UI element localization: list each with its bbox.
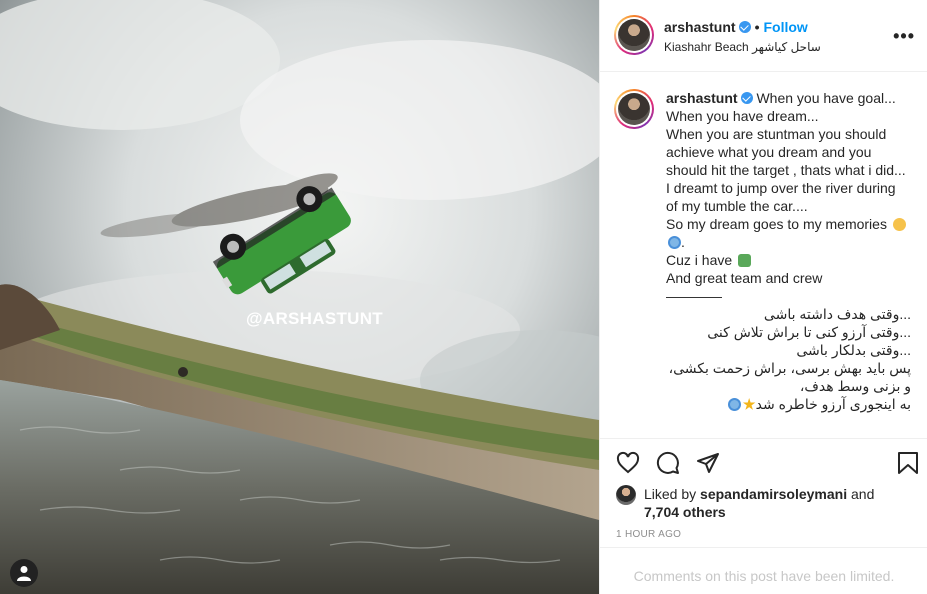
heart-icon[interactable]	[616, 451, 640, 475]
liked-by-username[interactable]: sepandamirsoleymani	[700, 486, 847, 502]
action-icons	[600, 439, 927, 485]
verified-badge-icon	[740, 92, 753, 104]
more-options-icon[interactable]: •••	[893, 26, 915, 47]
caption-line: When you are stuntman you should achieve…	[666, 126, 906, 178]
post-actions: Liked by sepandamirsoleymani and 7,704 o…	[600, 438, 927, 594]
caption-text: arshastunt When you have goal... When yo…	[666, 89, 911, 413]
caption-line: به اینجوری آرزو خاطره شد	[755, 396, 911, 412]
bookmark-icon[interactable]	[897, 451, 919, 475]
liker-avatar[interactable]	[616, 485, 636, 505]
watermark-text: @ARSHASTUNT	[246, 309, 383, 328]
caption-line: ————	[666, 288, 722, 304]
follow-button[interactable]: Follow	[763, 19, 807, 35]
caption-line: When you have dream...	[666, 108, 819, 124]
share-icon[interactable]	[696, 451, 720, 475]
likes-others-link[interactable]: 7,704 others	[644, 504, 726, 520]
header-username[interactable]: arshastunt	[664, 19, 736, 35]
relieved-emoji-icon	[892, 218, 906, 231]
caption-line: I dreamt to jump over the river during o…	[666, 180, 896, 214]
caption-line: Cuz i have	[666, 252, 733, 268]
caption-line: When you have goal...	[756, 90, 896, 106]
cyclone-emoji-icon	[727, 398, 741, 411]
caption-avatar[interactable]	[614, 89, 654, 129]
post-timestamp[interactable]: 1 HOUR AGO	[616, 529, 681, 540]
caption-line: And great team and crew	[666, 270, 823, 286]
separator: •	[754, 19, 760, 35]
post-photo[interactable]: @ARSHASTUNT	[0, 0, 599, 594]
verified-badge-icon	[738, 21, 751, 33]
comment-icon[interactable]	[656, 451, 680, 475]
caption-line: ...وقتی هدف داشته باشی	[763, 306, 911, 322]
likes-summary: Liked by sepandamirsoleymani and 7,704 o…	[616, 485, 874, 521]
caption-line: ...وقتی آرزو کنی تا براش تلاش کنی	[707, 324, 911, 340]
caption-line: So my dream goes to my memories	[666, 216, 887, 232]
user-tag-icon[interactable]	[10, 559, 38, 587]
dragon-emoji-icon	[738, 254, 752, 267]
comments-limited-notice: Comments on this post have been limited.	[600, 547, 927, 594]
post-side-panel: arshastunt • Follow Kiashahr Beach ساحل کی…	[599, 0, 927, 594]
likes-connector: and	[847, 486, 875, 502]
caption-line: .	[681, 234, 685, 250]
likes-prefix: Liked by	[644, 486, 701, 502]
avatar[interactable]	[614, 15, 654, 55]
caption-line: پس باید بهش برسی، براش زحمت بکشی، و بزنی…	[668, 360, 911, 394]
caption-username[interactable]: arshastunt	[666, 90, 738, 106]
post-header: arshastunt • Follow Kiashahr Beach ساحل کی…	[600, 0, 927, 72]
location-link[interactable]: Kiashahr Beach ساحل کیاشهر	[664, 40, 821, 54]
cyclone-emoji-icon	[668, 236, 681, 249]
caption-line: ...وقتی بدلکار باشی	[796, 342, 911, 358]
comments-area: arshastunt When you have goal... When yo…	[600, 73, 927, 438]
stunt-car-photo	[0, 0, 599, 594]
star-emoji-icon	[742, 398, 756, 410]
caption: arshastunt When you have goal... When yo…	[614, 89, 914, 413]
